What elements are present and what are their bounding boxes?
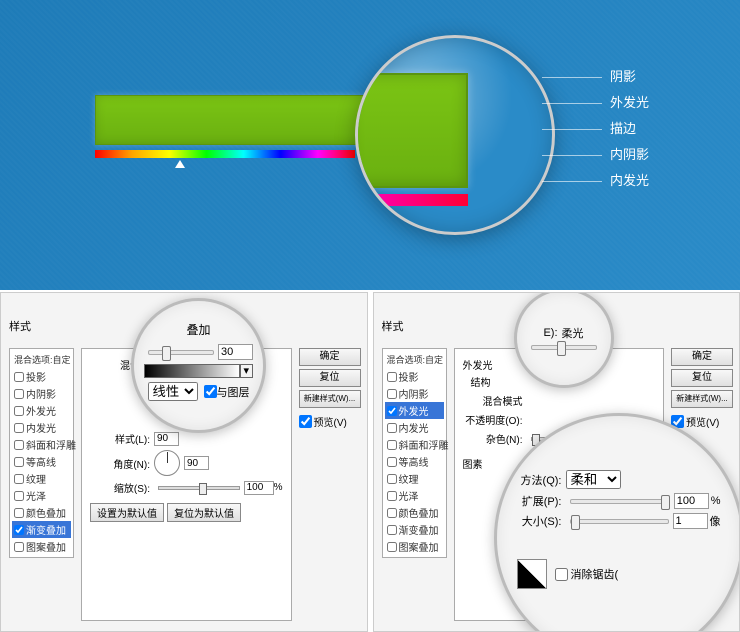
style-outer-glow[interactable]: 外发光 — [12, 402, 71, 419]
contour-preview[interactable] — [517, 559, 547, 589]
callout-inner-glow: 内发光 — [610, 168, 649, 194]
style-gradient-overlay[interactable]: 渐变叠加 — [385, 521, 444, 538]
style-bevel[interactable]: 斜面和浮雕 — [385, 436, 444, 453]
callout-inner-shadow: 内阴影 — [610, 142, 649, 168]
style-inner-glow[interactable]: 内发光 — [385, 419, 444, 436]
new-style-button[interactable]: 新建样式(W)... — [299, 390, 361, 408]
spread-slider[interactable] — [570, 499, 670, 504]
style-drop-shadow[interactable]: 投影 — [12, 368, 71, 385]
callout-stroke: 描边 — [610, 116, 649, 142]
style-texture[interactable]: 纹理 — [385, 470, 444, 487]
layer-style-dialog-gradient: 样式 混合选项:自定 投影 内阴影 外发光 内发光 斜面和浮雕 等高线 纹理 光… — [0, 292, 368, 632]
style-contour[interactable]: 等高线 — [12, 453, 71, 470]
spread-input[interactable] — [674, 493, 709, 509]
styles-header: 样式 — [9, 318, 31, 334]
gradient-dropdown-icon[interactable]: ▾ — [240, 364, 253, 378]
style-contour[interactable]: 等高线 — [385, 453, 444, 470]
style-inner-shadow[interactable]: 内阴影 — [385, 385, 444, 402]
style-value[interactable] — [154, 432, 179, 446]
method-select[interactable]: 柔和 — [566, 470, 621, 489]
reset-default-button[interactable]: 复位为默认值 — [167, 503, 241, 522]
angle-input[interactable] — [184, 456, 209, 470]
styles-list: 混合选项:自定 投影 内阴影 外发光 内发光 斜面和浮雕 等高线 纹理 光泽 颜… — [9, 348, 74, 558]
style-gradient-overlay[interactable]: 渐变叠加 — [12, 521, 71, 538]
cancel-button[interactable]: 复位 — [299, 369, 361, 387]
preview-checkbox[interactable]: 预览(V) — [299, 414, 361, 429]
style-color-overlay[interactable]: 颜色叠加 — [385, 504, 444, 521]
magnified-green — [355, 73, 468, 188]
gradient-preview[interactable] — [144, 364, 240, 378]
style-pattern-overlay[interactable]: 图案叠加 — [385, 538, 444, 555]
styles-header: 样式 — [382, 318, 404, 334]
dialog-buttons: 确定 复位 新建样式(W)... 预览(V) — [299, 348, 361, 429]
dialogs-panel: 样式 混合选项:自定 投影 内阴影 外发光 内发光 斜面和浮雕 等高线 纹理 光… — [0, 292, 740, 632]
styles-list: 混合选项:自定 投影 内阴影 外发光 内发光 斜面和浮雕 等高线 纹理 光泽 颜… — [382, 348, 447, 558]
effect-callouts: 阴影 外发光 描边 内阴影 内发光 — [610, 64, 649, 194]
style-satin[interactable]: 光泽 — [385, 487, 444, 504]
callout-outer-glow: 外发光 — [610, 90, 649, 116]
blend-options-row[interactable]: 混合选项:自定 — [12, 351, 71, 368]
style-outer-glow[interactable]: 外发光 — [385, 402, 444, 419]
align-checkbox[interactable] — [204, 385, 217, 398]
style-satin[interactable]: 光泽 — [12, 487, 71, 504]
scale-input[interactable] — [244, 481, 274, 495]
size-slider[interactable] — [570, 519, 669, 524]
style-inner-shadow[interactable]: 内阴影 — [12, 385, 71, 402]
zoom-gradient-settings: 叠加 ▾ 线性 与图层 — [131, 298, 266, 433]
set-default-button[interactable]: 设置为默认值 — [90, 503, 164, 522]
style-pattern-overlay[interactable]: 图案叠加 — [12, 538, 71, 555]
rainbow-marker — [175, 160, 185, 168]
anti-alias-row[interactable]: 消除锯齿( — [555, 566, 619, 582]
zoom-blend-mode: E): 柔光 — [514, 292, 614, 388]
style-bevel[interactable]: 斜面和浮雕 — [12, 436, 71, 453]
style-texture[interactable]: 纹理 — [12, 470, 71, 487]
size-input[interactable] — [673, 513, 708, 529]
opacity-slider[interactable] — [148, 350, 214, 355]
opacity-input[interactable] — [218, 344, 253, 360]
magnifier-lens — [355, 35, 555, 235]
style-drop-shadow[interactable]: 投影 — [385, 368, 444, 385]
zoom-title: 叠加 — [144, 321, 253, 338]
ok-button[interactable]: 确定 — [299, 348, 361, 366]
layer-style-dialog-outer-glow: 样式 混合选项:自定 投影 内阴影 外发光 内发光 斜面和浮雕 等高线 纹理 光… — [373, 292, 740, 632]
cancel-button[interactable]: 复位 — [671, 369, 733, 387]
zoom-elements: 方法(Q):柔和 扩展(P):% 大小(S):像 消除锯齿( — [494, 413, 740, 632]
magnified-magenta — [355, 194, 468, 206]
callout-shadow: 阴影 — [610, 64, 649, 90]
preview-panel: 阴影 外发光 描边 内阴影 内发光 — [0, 0, 740, 290]
new-style-button[interactable]: 新建样式(W)... — [671, 390, 733, 408]
gradient-type-select[interactable]: 线性 — [148, 382, 198, 401]
style-inner-glow[interactable]: 内发光 — [12, 419, 71, 436]
blend-options-row[interactable]: 混合选项:自定 — [385, 351, 444, 368]
scale-slider[interactable] — [158, 486, 240, 490]
ok-button[interactable]: 确定 — [671, 348, 733, 366]
angle-dial[interactable] — [154, 450, 180, 476]
blend-opacity-slider[interactable] — [531, 345, 597, 350]
style-color-overlay[interactable]: 颜色叠加 — [12, 504, 71, 521]
rainbow-gradient — [95, 150, 355, 158]
